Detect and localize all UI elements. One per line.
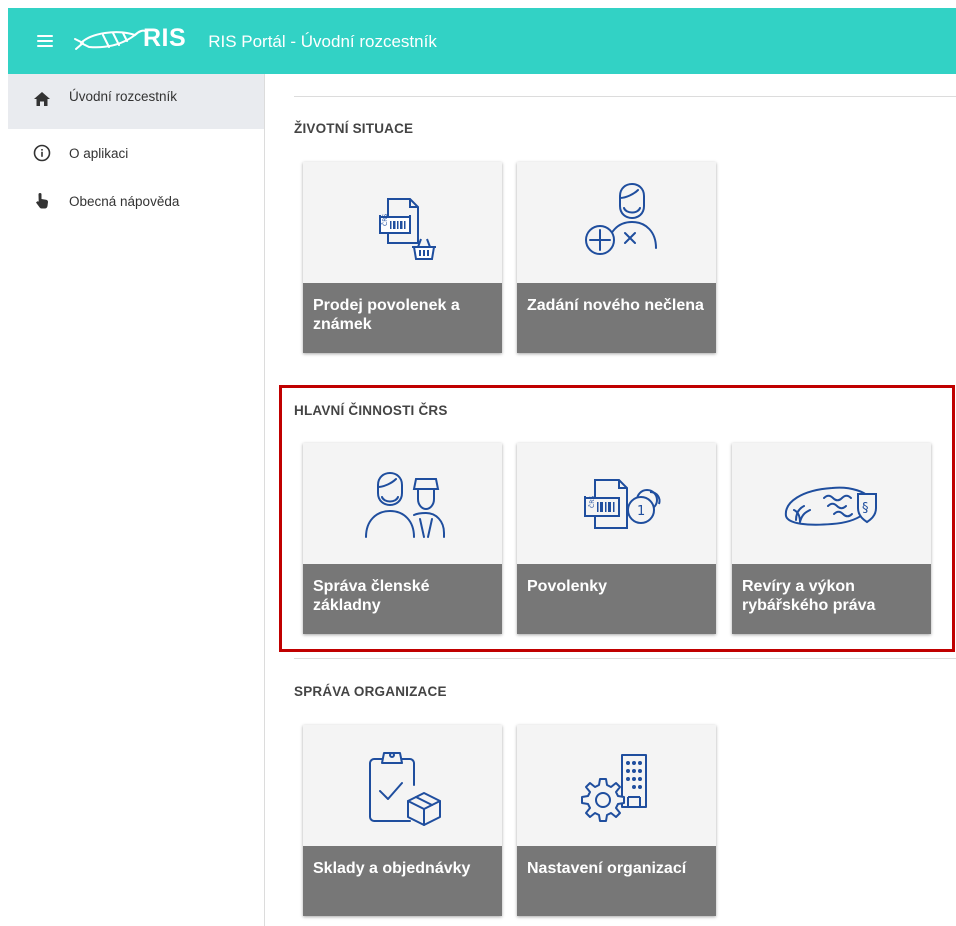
page-title: RIS Portál - Úvodní rozcestník xyxy=(208,32,437,51)
svg-text:§: § xyxy=(862,501,869,516)
card-permits[interactable]: 1 ČRS Povolenky xyxy=(517,443,716,634)
card-warehouses-orders[interactable]: Sklady a objednávky xyxy=(303,725,502,916)
sidebar-item-label: O aplikaci xyxy=(69,145,129,161)
members-icon xyxy=(303,443,502,564)
card-new-nonmember[interactable]: Zadání nového nečlena xyxy=(517,162,716,353)
card-organization-settings[interactable]: Nastavení organizací xyxy=(517,725,716,916)
section-divider xyxy=(294,96,956,97)
card-label: Sklady a objednávky xyxy=(303,846,502,916)
card-fishing-grounds[interactable]: § Revíry a výkon rybářského práva xyxy=(732,443,931,634)
card-sale-permits[interactable]: ČRS Prodej povolenek a známek xyxy=(303,162,502,353)
card-member-management[interactable]: Správa členské základny xyxy=(303,443,502,634)
sidebar-item-help[interactable]: Obecná nápověda xyxy=(8,177,264,225)
gear-building-icon xyxy=(517,725,716,846)
sidebar: Úvodní rozcestník O aplikaci Obecná nápo… xyxy=(8,74,265,926)
svg-text:ČRS: ČRS xyxy=(382,213,389,225)
new-nonmember-icon xyxy=(517,162,716,283)
sidebar-item-label: Úvodní rozcestník xyxy=(69,89,178,104)
touch-hand-icon xyxy=(32,191,52,211)
fishing-ground-law-icon: § xyxy=(732,443,931,564)
permit-coins-icon: 1 ČRS xyxy=(517,443,716,564)
home-icon xyxy=(32,89,52,109)
sidebar-item-home[interactable]: Úvodní rozcestník xyxy=(8,74,264,129)
card-label: Prodej povolenek a známek xyxy=(303,283,502,353)
section-title: HLAVNÍ ČINNOSTI ČRS xyxy=(294,403,448,418)
svg-text:ČRS: ČRS xyxy=(589,495,596,507)
main-content: ŽIVOTNÍ SITUACE ČRS Prodej povolenek a z… xyxy=(266,74,956,926)
fish-logo-icon xyxy=(74,29,146,50)
clipboard-box-icon xyxy=(303,725,502,846)
section-divider xyxy=(294,658,956,659)
info-icon xyxy=(32,143,52,163)
app-header: RIS RIS Portál - Úvodní rozcestník xyxy=(8,8,956,74)
menu-icon[interactable] xyxy=(37,35,53,47)
card-label: Revíry a výkon rybářského práva xyxy=(732,564,931,634)
section-title: SPRÁVA ORGANIZACE xyxy=(294,684,447,699)
section-title: ŽIVOTNÍ SITUACE xyxy=(294,121,414,136)
sidebar-item-label: Obecná nápověda xyxy=(69,193,180,209)
card-label: Zadání nového nečlena xyxy=(517,283,716,353)
logo[interactable]: RIS xyxy=(73,21,186,61)
svg-text:1: 1 xyxy=(637,504,645,519)
logo-text: RIS xyxy=(143,23,187,52)
card-label: Správa členské základny xyxy=(303,564,502,634)
card-label: Povolenky xyxy=(517,564,716,634)
sidebar-item-about[interactable]: O aplikaci xyxy=(8,129,264,177)
card-label: Nastavení organizací xyxy=(517,846,716,916)
permit-basket-icon: ČRS xyxy=(303,162,502,283)
